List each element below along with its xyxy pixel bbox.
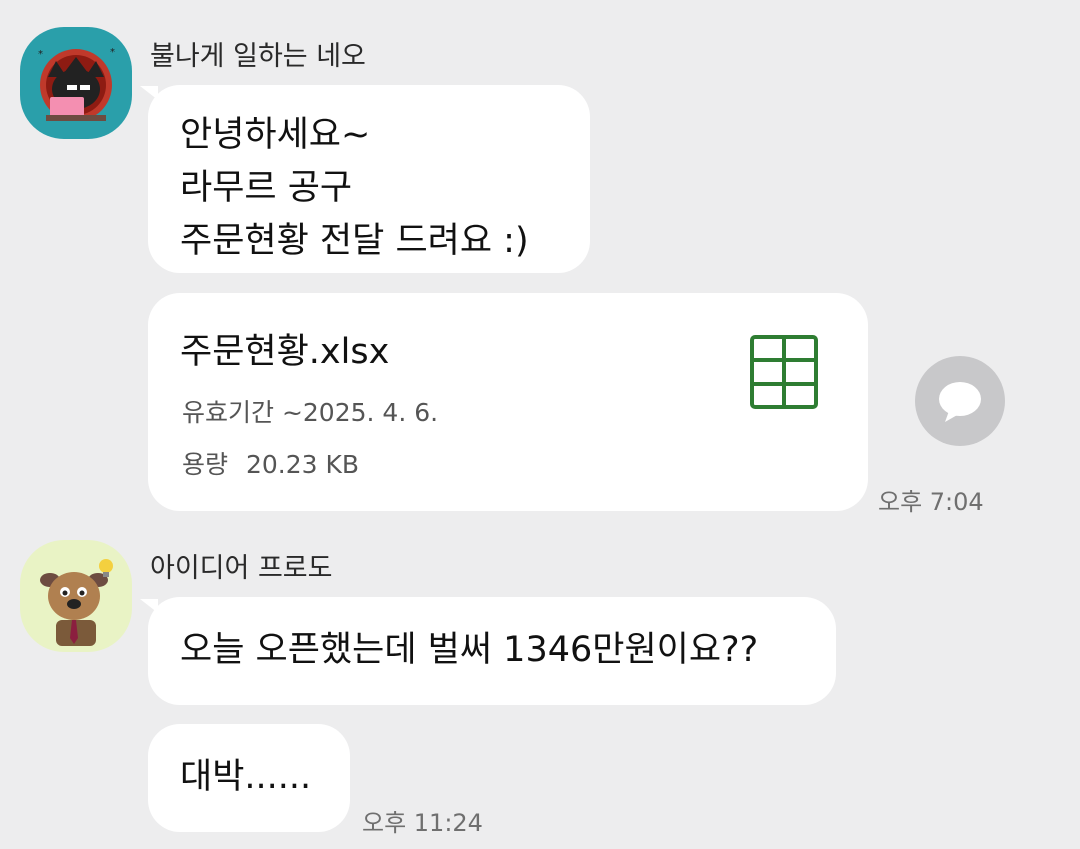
sender-name: 불나게 일하는 네오 [150,41,366,72]
message-text-line: 안녕하세요~ [180,115,371,155]
message-text-line: 주문현황 전달 드려요 :) [180,221,529,261]
file-size-label: 용량 [182,450,229,479]
chat-bubble-icon [939,382,981,422]
message-bubble[interactable]: 대박...... [148,724,350,832]
svg-text:*: * [38,49,43,60]
svg-text:*: * [110,47,115,58]
sender-name: 아이디어 프로도 [150,553,333,584]
spreadsheet-icon [750,335,818,409]
file-expiry: 유효기간 ~2025. 4. 6. [182,398,439,427]
message-time: 오후 7:04 [878,488,984,516]
message-bubble[interactable]: 안녕하세요~ 라무르 공구 주문현황 전달 드려요 :) [148,85,590,273]
sender-avatar-neo[interactable]: * * [20,27,132,139]
message-time: 오후 11:24 [362,809,483,837]
frodo-character-avatar-icon [40,559,113,646]
file-size: 용량 20.23 KB [182,445,359,481]
message-text-line: 라무르 공구 [180,168,353,208]
share-button[interactable] [915,356,1005,446]
file-name: 주문현황.xlsx [180,332,390,372]
message-text: 오늘 오픈했는데 벌써 1346만원이요?? [180,630,759,670]
message-text: 대박...... [180,757,312,797]
file-size-value: 20.23 KB [245,450,360,479]
file-attachment-bubble[interactable]: 주문현황.xlsx 유효기간 ~2025. 4. 6. 용량 20.23 KB [148,293,868,511]
neo-character-avatar-icon: * * [38,47,115,121]
message-bubble[interactable]: 오늘 오픈했는데 벌써 1346만원이요?? [148,597,836,705]
sender-avatar-frodo[interactable] [20,540,132,652]
